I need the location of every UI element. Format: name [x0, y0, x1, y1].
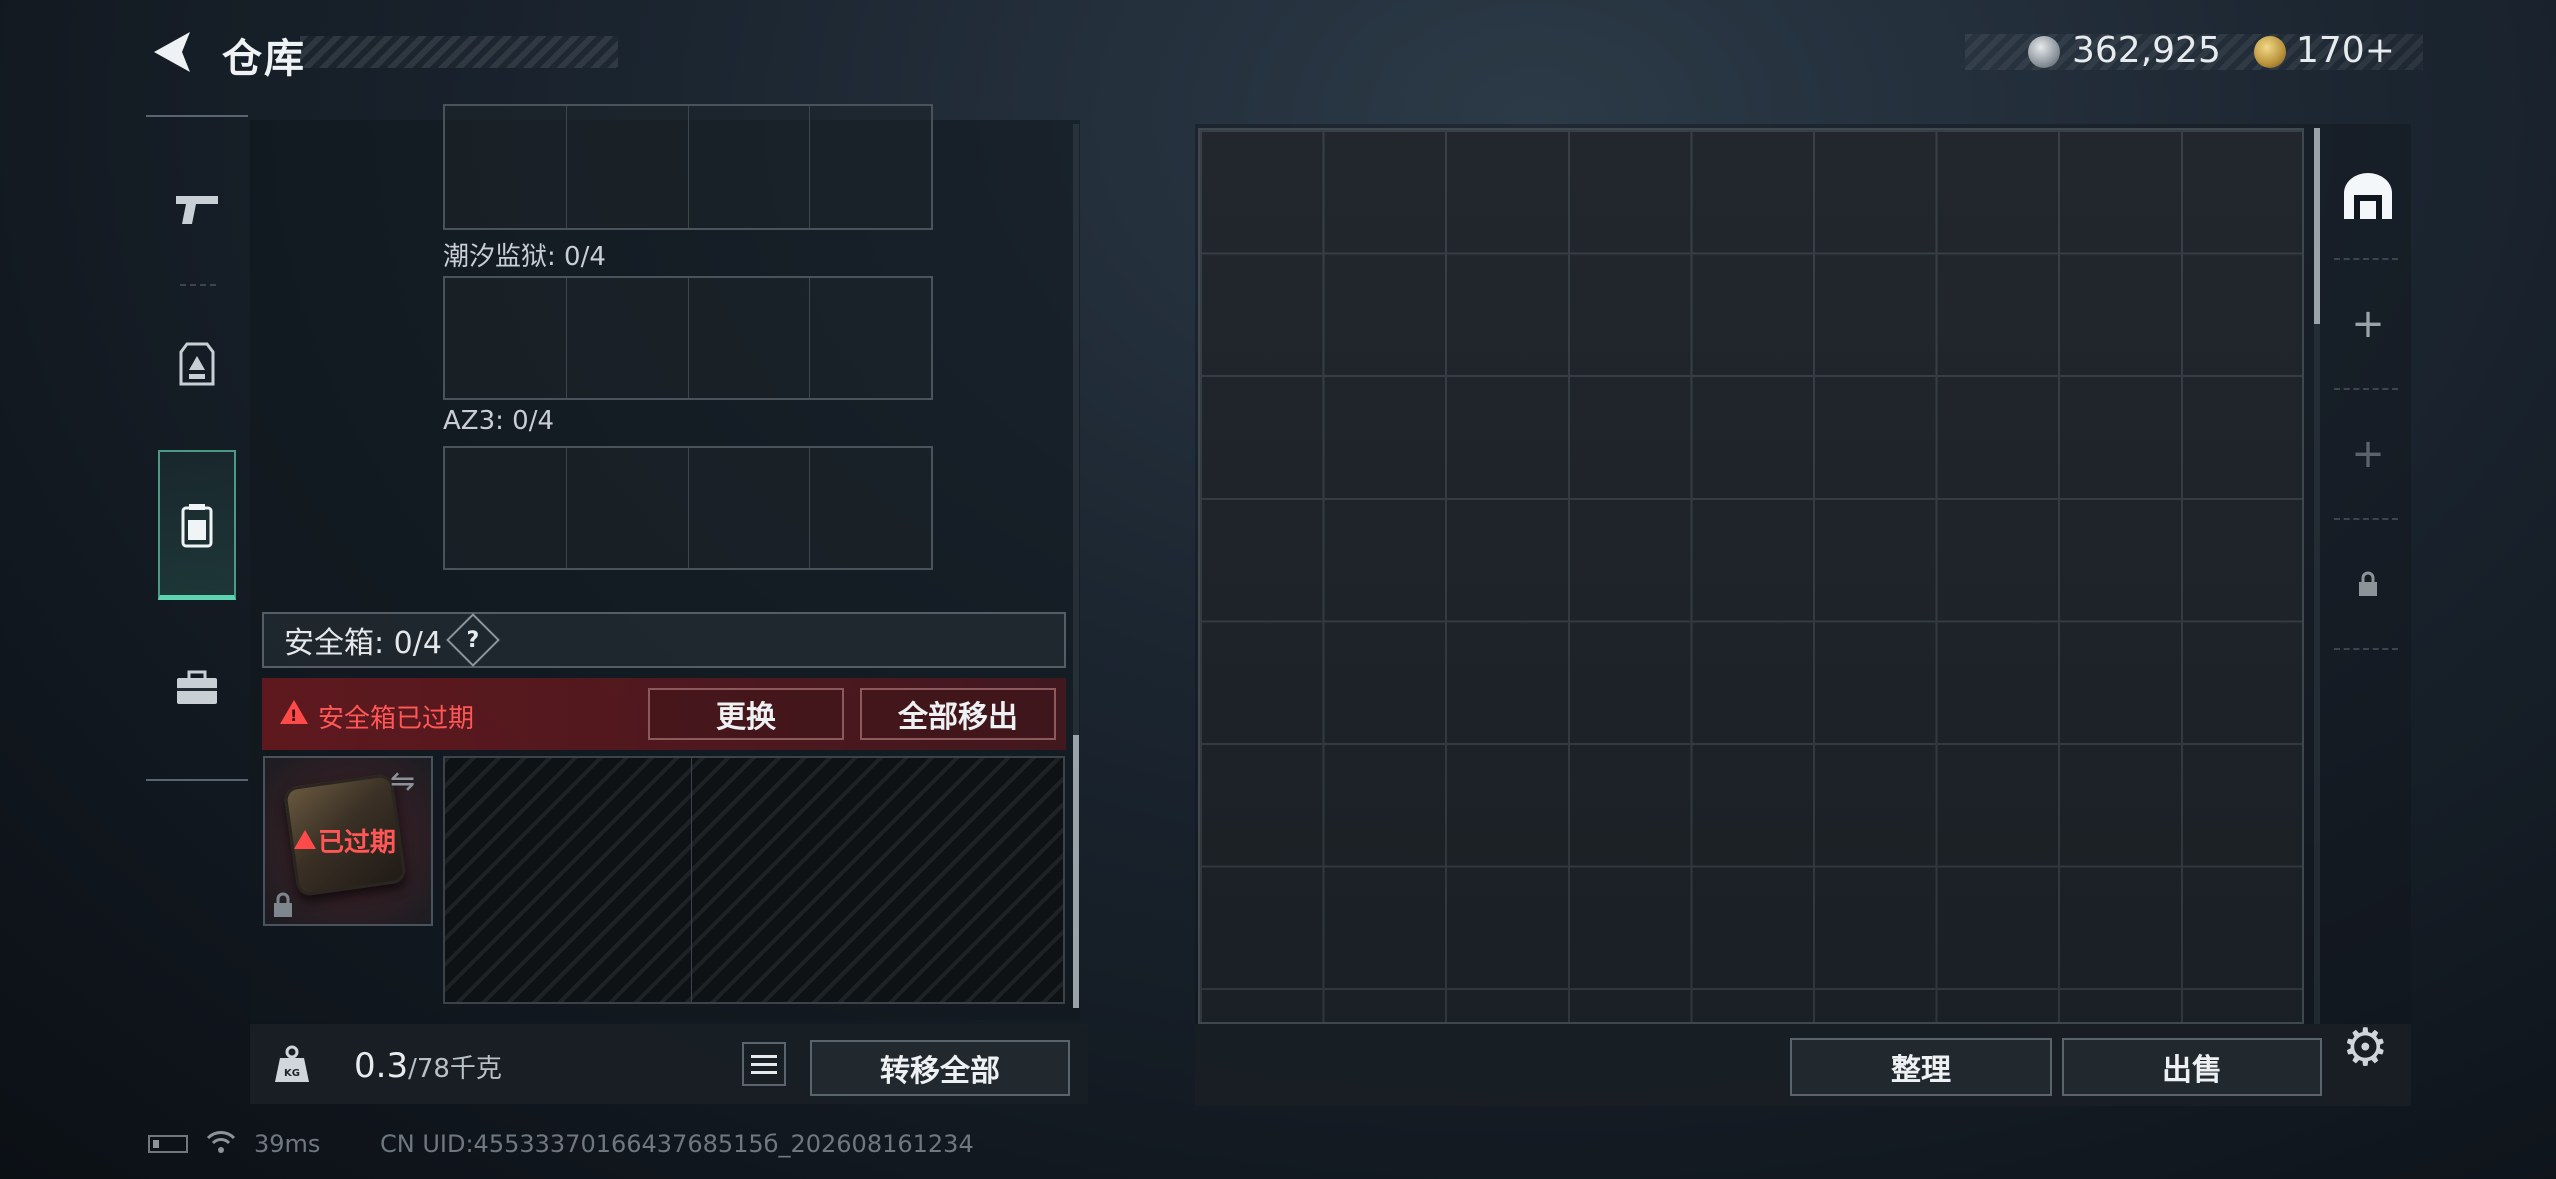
lock-icon [2359, 571, 2377, 596]
swap-icon[interactable]: ⇋ [390, 764, 415, 799]
backpack-icon [181, 504, 213, 548]
replace-button[interactable]: 更换 [648, 688, 844, 740]
help-icon: ? [466, 627, 480, 653]
slot-label-az3: AZ3: 0/4 [443, 406, 555, 436]
slot-grid-tide-prison[interactable] [443, 276, 933, 400]
move-all-out-button[interactable]: 全部移出 [860, 688, 1056, 740]
storage-icon [2344, 173, 2392, 219]
storage-grid[interactable] [1198, 128, 2304, 1024]
safe-box-count: 0/4 [393, 626, 442, 661]
armor-vest-icon [179, 342, 215, 386]
safe-box-header: 安全箱: 0/4 ? [262, 612, 1066, 668]
case-warning-icon [294, 830, 316, 849]
expired-notice: 安全箱已过期 [318, 704, 475, 734]
storage-scroll-thumb[interactable] [2314, 128, 2320, 324]
weight-current: 0.3 [354, 1046, 409, 1086]
sell-button[interactable]: 出售 [2062, 1038, 2322, 1096]
nav-toolbox[interactable] [158, 628, 236, 748]
ping-readout: 39ms [254, 1130, 321, 1158]
nav-weapons[interactable] [158, 148, 236, 268]
add-storage-button-2[interactable]: + [2324, 390, 2412, 518]
safe-box-label: 安全箱: [284, 626, 385, 661]
sort-button[interactable]: 整理 [1790, 1038, 2052, 1096]
silver-coin-icon [2028, 36, 2060, 68]
title-decoration [300, 36, 618, 68]
silver-currency-value: 362,925 [2072, 30, 2221, 71]
equipment-scroll-thumb[interactable] [1073, 735, 1079, 1008]
slot-grid-az3[interactable] [443, 446, 933, 570]
transfer-all-button[interactable]: 转移全部 [810, 1040, 1070, 1096]
nav-divider [180, 284, 216, 286]
user-uid: CN UID:4553337016643768515б_202608161234 [380, 1130, 974, 1158]
locked-storage-slot[interactable] [2324, 520, 2412, 648]
toolbox-icon [177, 670, 217, 704]
case-expired-label: 已过期 [318, 828, 397, 858]
list-view-button[interactable] [742, 1042, 786, 1086]
slot-grid-top[interactable] [443, 104, 933, 230]
weight-kg-icon: KG [272, 1044, 312, 1084]
side-divider [2334, 648, 2398, 650]
storage-tab-main[interactable] [2324, 132, 2412, 260]
gold-currency-value: 170 [2296, 30, 2365, 71]
help-button[interactable]: ? [446, 613, 500, 667]
gold-currency-plus: + [2364, 30, 2395, 71]
lock-icon [272, 892, 294, 924]
gold-coin-icon [2254, 36, 2286, 68]
back-button[interactable] [150, 28, 194, 76]
plus-icon: + [2351, 301, 2385, 347]
page-title: 仓库 [222, 36, 306, 82]
weight-readout: 0.3/78千克 [354, 1046, 502, 1086]
pistol-icon [176, 196, 218, 224]
gold-currency[interactable]: 170+ [2296, 30, 2395, 71]
battery-icon [148, 1135, 188, 1153]
weight-max: /78千克 [408, 1054, 502, 1084]
back-arrow-icon [154, 32, 190, 72]
slot-label-tide-prison: 潮汐监狱: 0/4 [443, 242, 606, 272]
nav-armor[interactable] [158, 305, 236, 425]
nav-backpack[interactable] [158, 465, 236, 585]
svg-text:KG: KG [284, 1068, 300, 1079]
add-storage-button[interactable]: + [2324, 260, 2412, 388]
wifi-icon [206, 1128, 236, 1163]
settings-gear-icon[interactable]: ⚙ [2342, 1018, 2389, 1078]
safe-box-grid[interactable] [443, 756, 1065, 1004]
plus-icon: + [2351, 431, 2385, 477]
